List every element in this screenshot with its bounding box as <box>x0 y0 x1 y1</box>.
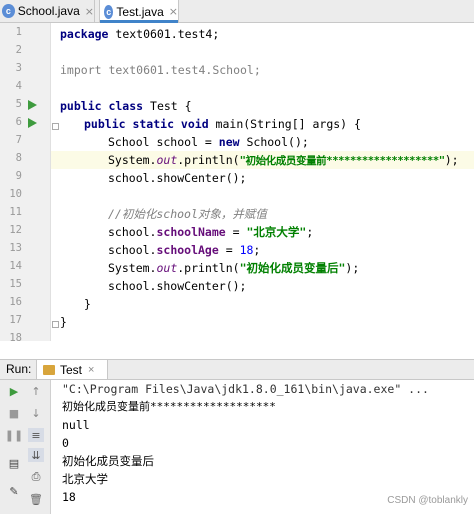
stop-icon[interactable]: ■ <box>6 406 22 420</box>
class-icon: c <box>104 4 114 19</box>
fold-icon[interactable] <box>52 321 59 328</box>
code-line-1: package text0601.test4; <box>60 27 220 41</box>
line-number: 17 <box>9 314 22 326</box>
tab-label: School.java <box>17 4 80 18</box>
code-line-15: school.showCenter(); <box>108 279 247 293</box>
code-line-7: School school = new School(); <box>108 135 309 149</box>
code-line-9: school.showCenter(); <box>108 171 247 185</box>
layout-icon[interactable]: ▤ <box>6 456 22 470</box>
line-number: 2 <box>15 44 22 56</box>
run-config-icon <box>43 364 55 375</box>
line-number: 15 <box>9 278 22 290</box>
pin-icon[interactable]: ✎ <box>6 484 22 498</box>
scroll-to-end-icon[interactable]: ⇊ <box>28 448 44 462</box>
line-number: 9 <box>15 170 22 182</box>
close-icon[interactable]: × <box>169 5 178 18</box>
line-number: 14 <box>9 260 22 272</box>
code-line-8: System.out.println("初始化成员变量前************… <box>51 151 474 169</box>
code-editor[interactable]: 1 2 3 4 5 6 7 8 9 10 11 12 13 14 15 16 1… <box>0 23 474 344</box>
run-toolbar: ▶ ↑ ■ ↓ ❚❚ ≡ ▤ ⇊ ✎ ⎙ 🗑 <box>0 380 51 514</box>
line-number: 11 <box>9 206 22 218</box>
editor-gutter: 1 2 3 4 5 6 7 8 9 10 11 12 13 14 15 16 1… <box>0 23 51 344</box>
console-line: 初始化成员变量后 <box>62 454 154 468</box>
run-tab-test[interactable]: Test × <box>36 360 108 379</box>
line-number: 6 <box>15 116 22 128</box>
run-class-icon[interactable] <box>28 100 37 110</box>
run-main-icon[interactable] <box>28 118 37 128</box>
console-line: 0 <box>62 436 69 450</box>
soft-wrap-icon[interactable]: ≡ <box>28 428 44 442</box>
line-number: 13 <box>9 242 22 254</box>
line-number: 18 <box>9 332 22 344</box>
console-line: 北京大学 <box>62 472 108 486</box>
code-line-3: import text0601.test4.School; <box>60 63 261 77</box>
line-number: 12 <box>9 224 22 236</box>
line-number: 7 <box>15 134 22 146</box>
class-icon: c <box>2 4 15 18</box>
tab-label: Test.java <box>116 4 164 19</box>
code-line-14: System.out.println("初始化成员变量后"); <box>108 261 360 275</box>
line-number: 5 <box>15 98 22 110</box>
code-line-5: public class Test { <box>60 99 192 113</box>
code-line-12: school.schoolName = "北京大学"; <box>108 225 314 239</box>
run-tab-label: Test <box>60 362 83 377</box>
line-number: 8 <box>15 152 22 164</box>
code-line-11: //初始化school对象，并赋值 <box>108 207 267 221</box>
close-icon[interactable]: × <box>85 5 94 18</box>
line-number: 3 <box>15 62 22 74</box>
console-line: 初始化成员变量前******************* <box>62 400 276 413</box>
up-arrow-icon[interactable]: ↑ <box>28 384 44 398</box>
editor-tab-bar: c School.java × c Test.java × <box>0 0 474 23</box>
line-number: 10 <box>9 188 22 200</box>
run-label: Run: <box>6 362 32 376</box>
console-line: null <box>62 418 90 432</box>
close-icon[interactable]: × <box>88 364 94 376</box>
console-line: "C:\Program Files\Java\jdk1.8.0_161\bin\… <box>62 382 429 396</box>
console-line: 18 <box>62 490 76 504</box>
trash-icon[interactable]: 🗑 <box>28 492 44 506</box>
code-line-13: school.schoolAge = 18; <box>108 243 261 257</box>
code-line-6: public static void main(String[] args) { <box>84 117 361 131</box>
tab-school-java[interactable]: c School.java × <box>0 0 95 22</box>
line-number: 16 <box>9 296 22 308</box>
code-line-16: } <box>84 297 91 311</box>
down-arrow-icon[interactable]: ↓ <box>28 406 44 420</box>
line-number: 1 <box>15 26 22 38</box>
pause-icon[interactable]: ❚❚ <box>5 428 23 442</box>
fold-icon[interactable] <box>52 123 59 130</box>
watermark: CSDN @toblankly <box>387 495 468 506</box>
tab-test-java[interactable]: c Test.java × <box>99 0 179 23</box>
line-number: 4 <box>15 80 22 92</box>
rerun-icon[interactable]: ▶ <box>6 384 22 398</box>
run-panel-header: Run: Test × <box>0 359 474 380</box>
print-icon[interactable]: ⎙ <box>28 470 44 484</box>
run-console[interactable]: ▶ ↑ ■ ↓ ❚❚ ≡ ▤ ⇊ ✎ ⎙ 🗑 "C:\Program Files… <box>0 380 474 514</box>
code-line-17: } <box>60 315 67 329</box>
